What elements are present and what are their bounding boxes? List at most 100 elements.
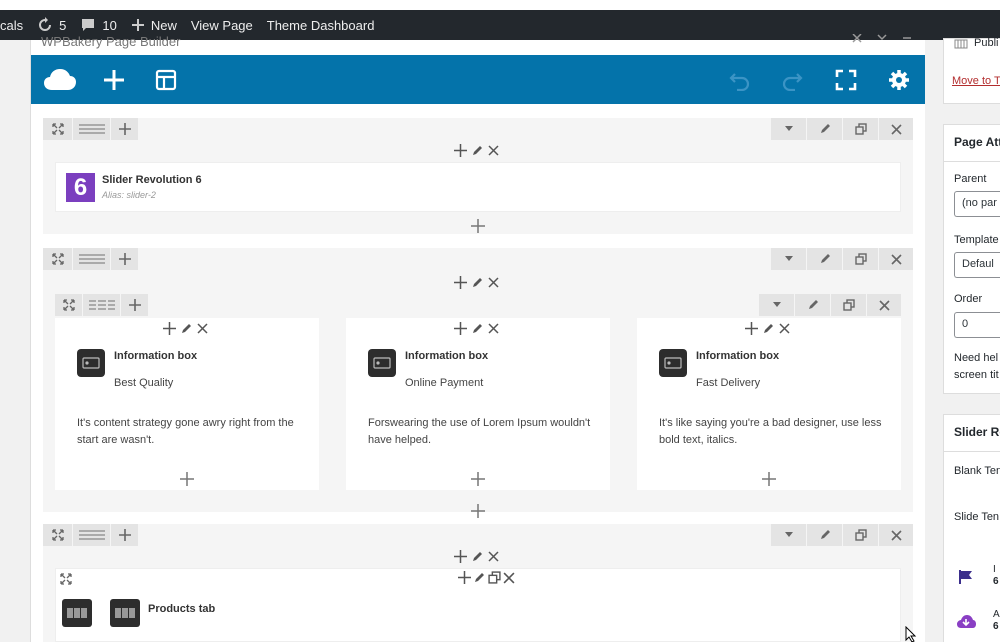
- flag-icon[interactable]: [958, 569, 974, 585]
- pencil-icon: [473, 278, 482, 287]
- row-toggle-button[interactable]: [771, 118, 807, 140]
- chevron-down-icon[interactable]: [876, 34, 888, 44]
- theme-dashboard-link[interactable]: Theme Dashboard: [267, 18, 375, 33]
- close-icon: [779, 323, 790, 334]
- row-layout-button[interactable]: [73, 248, 111, 270]
- row-add-column-button[interactable]: [111, 118, 139, 140]
- row-clone-button[interactable]: [843, 524, 879, 546]
- close-icon: [488, 551, 499, 562]
- comments-link[interactable]: 10: [80, 17, 117, 33]
- inner-row-toggle-button[interactable]: [759, 294, 795, 316]
- slider-badge-number: 6: [73, 173, 88, 201]
- container-controls[interactable]: [458, 571, 515, 584]
- expand-arrows-icon: [62, 299, 75, 311]
- templates-button[interactable]: [143, 55, 189, 104]
- information-box-icon: [659, 349, 687, 377]
- row-add-column-button[interactable]: [111, 248, 139, 270]
- row-delete-button[interactable]: [879, 524, 913, 546]
- products-tab-container[interactable]: Products tab: [55, 568, 901, 642]
- builder-title: WPBakery Page Builder: [41, 34, 181, 49]
- add-element-plus-icon[interactable]: [762, 472, 776, 486]
- item-value: 6: [993, 621, 999, 632]
- cloud-download-icon[interactable]: [956, 614, 976, 630]
- move-to-trash-link[interactable]: Move to T: [952, 75, 1000, 87]
- order-input[interactable]: 0: [954, 312, 1000, 338]
- inner-row-layout-button[interactable]: [83, 294, 121, 316]
- updates-link[interactable]: 5: [37, 17, 66, 33]
- undo-icon: [729, 72, 750, 91]
- layout-icon: [155, 69, 177, 90]
- row-delete-button[interactable]: [879, 248, 913, 270]
- add-element-plus-icon[interactable]: [471, 219, 485, 233]
- clone-icon: [488, 571, 501, 584]
- column-controls[interactable]: [454, 144, 499, 157]
- expand-arrows-icon: [51, 123, 64, 135]
- pencil-icon: [473, 146, 482, 155]
- add-row-plus-icon[interactable]: [471, 504, 485, 518]
- add-element-plus-icon[interactable]: [471, 472, 485, 486]
- inner-row-move-button[interactable]: [55, 294, 83, 316]
- row-move-button[interactable]: [43, 118, 73, 140]
- column-controls[interactable]: [454, 322, 499, 335]
- pencil-icon: [820, 254, 830, 263]
- cloud-logo-icon: [44, 68, 76, 90]
- row-toggle-button[interactable]: [771, 524, 807, 546]
- inner-row-clone-button[interactable]: [831, 294, 867, 316]
- row-move-button[interactable]: [43, 524, 73, 546]
- theme-dashboard-label: Theme Dashboard: [266, 17, 375, 33]
- page-attributes-title: Page Att: [954, 135, 1000, 149]
- template-select[interactable]: Defaul: [954, 252, 1000, 278]
- column-controls[interactable]: [745, 322, 790, 335]
- column-controls[interactable]: [454, 550, 499, 563]
- expand-arrows-icon[interactable]: [60, 573, 72, 585]
- inner-row-delete-button[interactable]: [867, 294, 901, 316]
- row-move-button[interactable]: [43, 248, 73, 270]
- add-element-plus-icon[interactable]: [180, 472, 194, 486]
- row-delete-button[interactable]: [879, 118, 913, 140]
- redo-button[interactable]: [769, 55, 815, 104]
- divider: [944, 451, 1000, 452]
- info-box-column: Information box Best Quality It's conten…: [55, 318, 319, 490]
- add-element-button[interactable]: [91, 55, 137, 104]
- info-box-subtitle: Online Payment: [405, 377, 484, 389]
- new-content-link[interactable]: New: [131, 18, 177, 33]
- row-layout-button[interactable]: [73, 118, 111, 140]
- fullscreen-button[interactable]: [823, 55, 869, 104]
- close-icon[interactable]: [851, 34, 863, 44]
- row-edit-button[interactable]: [807, 118, 843, 140]
- plus-icon: [118, 529, 131, 541]
- inner-row-add-button[interactable]: [121, 294, 149, 316]
- row-toggle-button[interactable]: [771, 248, 807, 270]
- redo-icon: [782, 72, 803, 91]
- inner-row-edit-button[interactable]: [795, 294, 831, 316]
- pencil-icon: [182, 324, 191, 333]
- info-box-title: Information box: [405, 350, 489, 362]
- publish-date-label: Publi: [974, 37, 999, 49]
- row-add-column-button[interactable]: [111, 524, 139, 546]
- column-controls[interactable]: [454, 276, 499, 289]
- row-clone-button[interactable]: [843, 118, 879, 140]
- pencil-icon: [820, 124, 830, 133]
- settings-button[interactable]: [876, 55, 922, 104]
- site-name-link[interactable]: cals: [0, 18, 23, 33]
- gear-icon: [889, 69, 909, 90]
- column-controls[interactable]: [163, 322, 208, 335]
- undo-button[interactable]: [717, 55, 763, 104]
- plus-icon: [131, 19, 144, 31]
- parent-label: Parent: [954, 173, 987, 185]
- plus-icon: [454, 144, 467, 157]
- clone-icon: [854, 123, 867, 135]
- row-clone-button[interactable]: [843, 248, 879, 270]
- row-edit-button[interactable]: [807, 524, 843, 546]
- view-page-link[interactable]: View Page: [191, 18, 253, 33]
- minimize-icon[interactable]: [901, 34, 913, 44]
- plus-icon: [454, 550, 467, 563]
- wpbakery-logo[interactable]: [35, 55, 85, 104]
- caret-down-icon: [784, 256, 793, 261]
- slider-revolution-element[interactable]: 6 Slider Revolution 6 Alias: slider-2: [55, 162, 901, 212]
- browser-strip: [0, 0, 1000, 10]
- parent-select[interactable]: (no par: [954, 191, 1000, 217]
- row-edit-button[interactable]: [807, 248, 843, 270]
- info-box-subtitle: Best Quality: [114, 377, 174, 389]
- row-layout-button[interactable]: [73, 524, 111, 546]
